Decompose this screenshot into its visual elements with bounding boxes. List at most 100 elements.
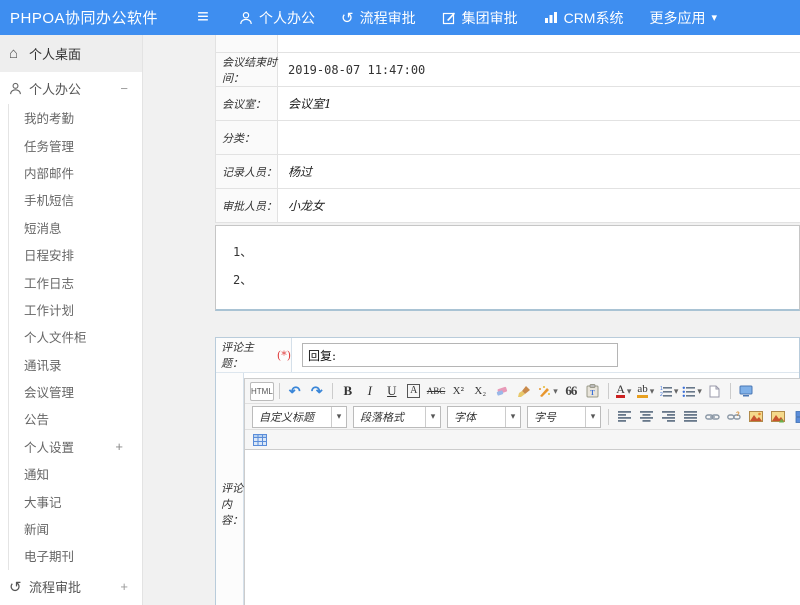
- bold-button[interactable]: B: [338, 382, 358, 401]
- custom-heading-dropdown[interactable]: 自定义标题 ▾: [252, 406, 347, 428]
- sidebar-item-news[interactable]: 新闻: [9, 515, 142, 542]
- required-mark: (*): [277, 349, 291, 362]
- superscript-button[interactable]: X²: [448, 382, 468, 401]
- align-right-icon[interactable]: [658, 407, 678, 426]
- highlight-color-button[interactable]: ab ▾: [636, 382, 656, 401]
- meeting-content-box: 1、 2、: [215, 225, 800, 311]
- unordered-list-button[interactable]: ▾: [681, 382, 703, 401]
- subscript-button[interactable]: X₂: [470, 382, 490, 401]
- sidebar-item-e-journal[interactable]: 电子期刊: [9, 542, 142, 569]
- eraser-icon[interactable]: [492, 382, 512, 401]
- comment-subject-input[interactable]: [302, 343, 618, 367]
- expand-plus-icon[interactable]: +: [120, 579, 128, 594]
- ordered-list-button[interactable]: 12 ▾: [658, 382, 680, 401]
- font-family-dropdown[interactable]: 字体 ▾: [447, 406, 521, 428]
- page-break-icon[interactable]: [790, 407, 800, 426]
- hamburger-menu-icon[interactable]: ≡: [185, 6, 221, 29]
- sidebar-item-my-attendance[interactable]: 我的考勤: [9, 104, 142, 131]
- toolbar-separator: [608, 383, 609, 399]
- nav-item-group-approval[interactable]: 集团审批: [442, 8, 518, 28]
- sidebar-item-task-management[interactable]: 任务管理: [9, 131, 142, 158]
- dropdown-value: 字号: [528, 409, 585, 425]
- sidebar-item-major-events[interactable]: 大事记: [9, 487, 142, 514]
- undo-icon[interactable]: ↶: [285, 382, 305, 401]
- italic-button[interactable]: I: [360, 382, 380, 401]
- row-value: 2019-08-07 11:47:00: [278, 53, 800, 86]
- strikethrough-button[interactable]: ABC: [426, 382, 447, 401]
- sidebar-item-contacts[interactable]: 通讯录: [9, 351, 142, 378]
- sidebar-item-label: 内部邮件: [24, 163, 74, 182]
- align-left-icon[interactable]: [614, 407, 634, 426]
- table-row-category: 分类：: [216, 121, 800, 155]
- label-text: 评论主题：: [221, 339, 274, 371]
- comment-content-label: 评论内容：: [216, 373, 244, 605]
- insert-image-icon[interactable]: [746, 407, 766, 426]
- sidebar: ⌂ 个人桌面 个人办公 − 我的考勤 任务管理 内部邮件 手机短信 短消息 日程…: [0, 35, 143, 605]
- editor-toolbar-row2: 自定义标题 ▾ 段落格式 ▾ 字体 ▾ 字号 ▾: [245, 404, 800, 430]
- sidebar-item-work-plan[interactable]: 工作计划: [9, 296, 142, 323]
- sidebar-item-schedule[interactable]: 日程安排: [9, 241, 142, 268]
- label-text: 评论内容：: [221, 480, 243, 528]
- sidebar-item-notice[interactable]: 通知: [9, 460, 142, 487]
- expand-plus-icon[interactable]: +: [115, 439, 123, 454]
- row-label: 分类：: [216, 121, 278, 154]
- sidebar-item-announcement[interactable]: 公告: [9, 405, 142, 432]
- sidebar-item-internal-mail[interactable]: 内部邮件: [9, 159, 142, 186]
- sidebar-item-mobile-sms[interactable]: 手机短信: [9, 186, 142, 213]
- editor-content-area[interactable]: [245, 450, 800, 605]
- sidebar-item-label: 任务管理: [24, 136, 74, 155]
- insert-link-icon[interactable]: [702, 407, 722, 426]
- insert-media-icon[interactable]: [768, 407, 788, 426]
- align-center-icon[interactable]: [636, 407, 656, 426]
- paragraph-format-dropdown[interactable]: 段落格式 ▾: [353, 406, 441, 428]
- sidebar-item-personal-office[interactable]: 个人办公 −: [0, 72, 142, 104]
- collapse-minus-icon[interactable]: −: [120, 81, 128, 96]
- sidebar-item-work-diary[interactable]: 工作日志: [9, 268, 142, 295]
- person-icon: [239, 11, 253, 25]
- row-label: 会议室：: [216, 87, 278, 120]
- sidebar-item-personal-files[interactable]: 个人文件柜: [9, 323, 142, 350]
- paste-text-icon[interactable]: T: [583, 382, 603, 401]
- underline-button[interactable]: U: [382, 382, 402, 401]
- sidebar-item-label: 日程安排: [24, 245, 74, 264]
- comment-content-row: 评论内容： HTML ↶ ↷ B I U A ABC: [216, 373, 799, 605]
- svg-text:T: T: [590, 389, 595, 397]
- html-source-button[interactable]: HTML: [250, 382, 274, 401]
- top-navbar: PHPOA协同办公软件 ≡ 个人办公 ↺ 流程审批 集团审批 CRM系统 更多应…: [0, 0, 800, 35]
- sidebar-item-meeting-management[interactable]: 会议管理: [9, 378, 142, 405]
- style-pen-icon[interactable]: ▾: [536, 382, 559, 401]
- sidebar-item-workflow-approval[interactable]: ↺ 流程审批 +: [0, 572, 142, 602]
- sidebar-item-label: 电子期刊: [24, 546, 74, 565]
- align-justify-icon[interactable]: [680, 407, 700, 426]
- nav-item-more-apps[interactable]: 更多应用 ▾: [649, 8, 717, 28]
- sidebar-item-label: 个人设置: [24, 437, 74, 456]
- nav-item-workflow-approval[interactable]: ↺ 流程审批: [341, 8, 416, 28]
- font-size-dropdown[interactable]: 字号 ▾: [527, 406, 601, 428]
- blockquote-button[interactable]: 66: [561, 382, 581, 401]
- caret-down-icon: ▾: [505, 407, 520, 427]
- new-page-icon[interactable]: [705, 382, 725, 401]
- insert-table-icon[interactable]: [250, 430, 270, 449]
- font-color-button[interactable]: A ▾: [614, 382, 634, 401]
- caret-down-icon: ▾: [697, 386, 702, 397]
- remove-link-icon[interactable]: ?: [724, 407, 744, 426]
- sidebar-item-short-message[interactable]: 短消息: [9, 214, 142, 241]
- caret-down-icon: ▾: [331, 407, 346, 427]
- nav-item-crm[interactable]: CRM系统: [544, 8, 624, 28]
- editor-toolbar-row1: HTML ↶ ↷ B I U A ABC X² X₂: [245, 379, 800, 404]
- dropdown-value: 自定义标题: [253, 409, 331, 425]
- editor-toolbar-row3: [245, 430, 800, 450]
- row-label: [216, 35, 278, 52]
- nav-item-label: CRM系统: [564, 8, 624, 28]
- content-line: 2、: [233, 266, 799, 294]
- redo-icon[interactable]: ↷: [307, 382, 327, 401]
- sidebar-item-personal-desktop[interactable]: ⌂ 个人桌面: [0, 35, 142, 72]
- nav-item-personal-office[interactable]: 个人办公: [239, 8, 315, 28]
- highlight-color-icon: ab: [637, 384, 647, 398]
- font-color-icon: A: [616, 384, 625, 398]
- format-brush-icon[interactable]: [514, 382, 534, 401]
- sidebar-item-personal-settings[interactable]: 个人设置 +: [9, 433, 142, 460]
- font-style-icon[interactable]: A: [407, 384, 420, 398]
- fullscreen-icon[interactable]: [736, 382, 756, 401]
- history-icon: ↺: [9, 578, 29, 596]
